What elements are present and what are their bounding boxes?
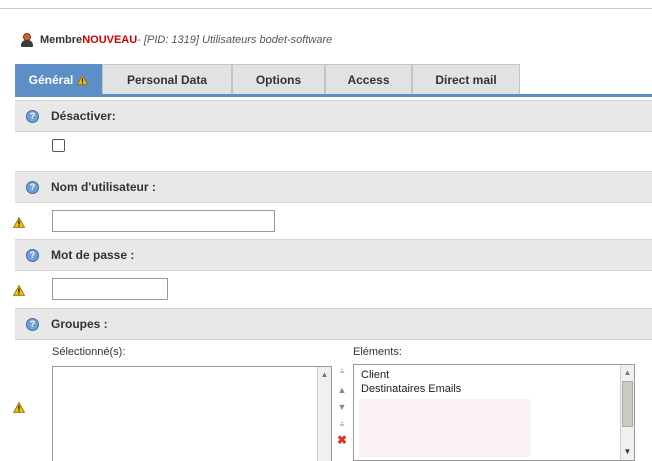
tab-general[interactable]: Général <box>15 64 102 94</box>
top-divider <box>0 8 652 9</box>
move-down-icon[interactable]: ▼ <box>336 401 348 413</box>
tab-personal-data-label: Personal Data <box>126 72 208 87</box>
section-password-header: ? Mot de passe : <box>15 239 652 271</box>
tab-personal-data[interactable]: Personal Data <box>102 64 232 94</box>
warning-icon <box>77 74 89 85</box>
username-label: Nom d'utilisateur : <box>51 180 156 194</box>
elements-list-scrollbar[interactable]: ▲ ▼ <box>620 365 634 460</box>
tab-content-general: ? Désactiver: ? Nom d'utilisateur : ? Mo… <box>13 97 652 461</box>
selected-label: Sélectionné(s): <box>52 346 126 358</box>
section-disable-header: ? Désactiver: <box>15 100 652 132</box>
tab-options-label: Options <box>255 72 302 87</box>
warning-icon <box>13 217 25 228</box>
selected-list-scrollbar[interactable]: ▲ <box>317 367 331 461</box>
disable-label: Désactiver: <box>51 109 116 123</box>
password-label: Mot de passe : <box>51 248 135 262</box>
scroll-up-icon[interactable]: ▲ <box>621 367 634 379</box>
user-icon <box>20 33 34 47</box>
section-groups-header: ? Groupes : <box>15 308 652 340</box>
tab-access[interactable]: Access <box>325 64 412 94</box>
tab-options[interactable]: Options <box>232 64 325 94</box>
tab-bar: Général Personal Data Options Access Dir… <box>15 64 652 97</box>
list-highlight-area <box>359 399 531 457</box>
tab-general-label: Général <box>28 72 74 87</box>
move-up-icon[interactable]: ▲ <box>336 384 348 396</box>
tab-access-label: Access <box>347 72 390 87</box>
record-status: NOUVEAU <box>82 34 138 46</box>
help-icon[interactable]: ? <box>26 317 39 331</box>
scroll-down-icon[interactable]: ▼ <box>621 446 634 458</box>
move-top-icon[interactable]: ⩮ <box>336 365 348 377</box>
help-icon[interactable]: ? <box>26 248 39 262</box>
available-groups-list[interactable]: Client Destinataires Emails ▲ ▼ <box>353 364 635 461</box>
tab-direct-mail-label: Direct mail <box>435 72 497 87</box>
password-input[interactable] <box>52 278 168 300</box>
list-item[interactable]: Destinataires Emails <box>361 383 461 395</box>
record-type: Membre <box>40 34 83 46</box>
help-icon[interactable]: ? <box>26 109 39 123</box>
selected-groups-list[interactable]: ▲ <box>52 366 332 461</box>
tab-direct-mail[interactable]: Direct mail <box>412 64 520 94</box>
warning-icon <box>13 285 25 296</box>
warning-icon <box>13 402 25 413</box>
scroll-up-icon[interactable]: ▲ <box>318 369 331 381</box>
section-username-header: ? Nom d'utilisateur : <box>15 171 652 203</box>
scroll-thumb[interactable] <box>622 381 633 427</box>
disable-checkbox[interactable] <box>52 139 65 152</box>
groups-label: Groupes : <box>51 317 108 331</box>
move-bottom-icon[interactable]: ⩮ <box>336 418 348 430</box>
username-input[interactable] <box>52 210 275 232</box>
help-icon[interactable]: ? <box>26 180 39 194</box>
record-header: Membre NOUVEAU - [PID: 1319] Utilisateur… <box>20 32 332 48</box>
elements-label: Eléments: <box>353 346 402 358</box>
delete-icon[interactable]: ✖ <box>336 434 348 446</box>
list-item[interactable]: Client <box>361 369 389 381</box>
record-context: - [PID: 1319] Utilisateurs bodet-softwar… <box>137 34 333 46</box>
